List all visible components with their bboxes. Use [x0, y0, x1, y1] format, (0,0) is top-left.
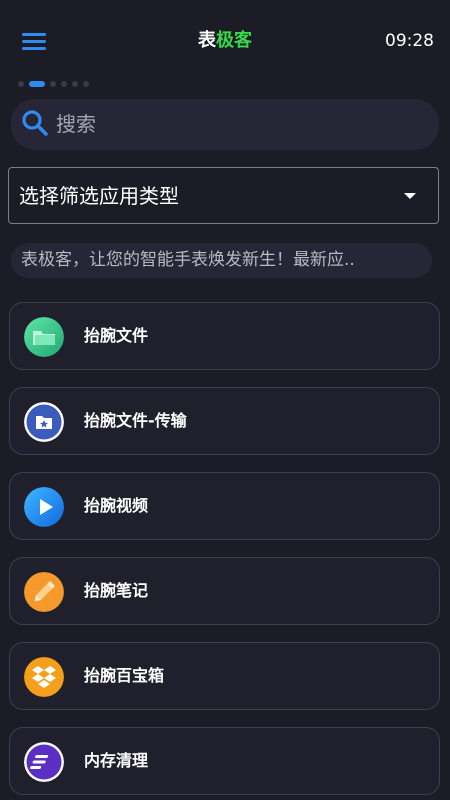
app-name: 抬腕百宝箱	[84, 666, 165, 685]
page-indicator	[18, 80, 94, 88]
cleanup-icon	[24, 742, 64, 782]
search-placeholder: 搜索	[56, 112, 96, 136]
app-title: 表极客	[0, 29, 450, 53]
app-title-part1: 表	[198, 30, 216, 51]
page-dot-active	[29, 81, 45, 87]
app-name: 抬腕文件-传输	[84, 411, 187, 430]
page-dot	[50, 81, 56, 87]
top-bar: 表极客 09:28	[0, 0, 450, 80]
play-icon	[24, 487, 64, 527]
app-list-item[interactable]: 抬腕文件-传输	[9, 387, 440, 455]
pencil-icon	[24, 572, 64, 612]
dropdown-caret-icon	[404, 193, 416, 199]
folder-icon	[24, 317, 64, 357]
notice-text: 表极客，让您的智能手表焕发新生！最新应..	[21, 250, 355, 270]
notice-marquee: 表极客，让您的智能手表焕发新生！最新应..	[11, 243, 432, 278]
app-name: 抬腕视频	[84, 496, 149, 515]
app-list-item[interactable]: 抬腕文件	[9, 302, 440, 370]
app-type-filter-select[interactable]: 选择筛选应用类型	[8, 167, 439, 224]
app-list-item[interactable]: 抬腕百宝箱	[9, 642, 440, 710]
app-list-item[interactable]: 抬腕视频	[9, 472, 440, 540]
app-screen: 表极客 09:28 搜索 选择筛选应用类型 表极客，让您的智能手表焕发新生！最新…	[0, 0, 450, 800]
filter-label: 选择筛选应用类型	[19, 184, 179, 208]
page-dot	[18, 81, 24, 87]
app-name: 抬腕笔记	[84, 581, 149, 600]
app-list-item[interactable]: 抬腕笔记	[9, 557, 440, 625]
clock-time: 09:28	[385, 31, 434, 51]
page-dot	[83, 81, 89, 87]
page-dot	[61, 81, 67, 87]
app-title-part2: 极客	[216, 30, 252, 51]
search-input[interactable]: 搜索	[11, 99, 439, 150]
app-name: 抬腕文件	[84, 326, 149, 345]
dropbox-icon	[24, 657, 64, 697]
star-folder-icon	[24, 402, 64, 442]
app-list-item[interactable]: 内存清理	[9, 727, 440, 795]
search-icon	[21, 109, 49, 137]
page-dot	[72, 81, 78, 87]
app-name: 内存清理	[84, 751, 149, 770]
